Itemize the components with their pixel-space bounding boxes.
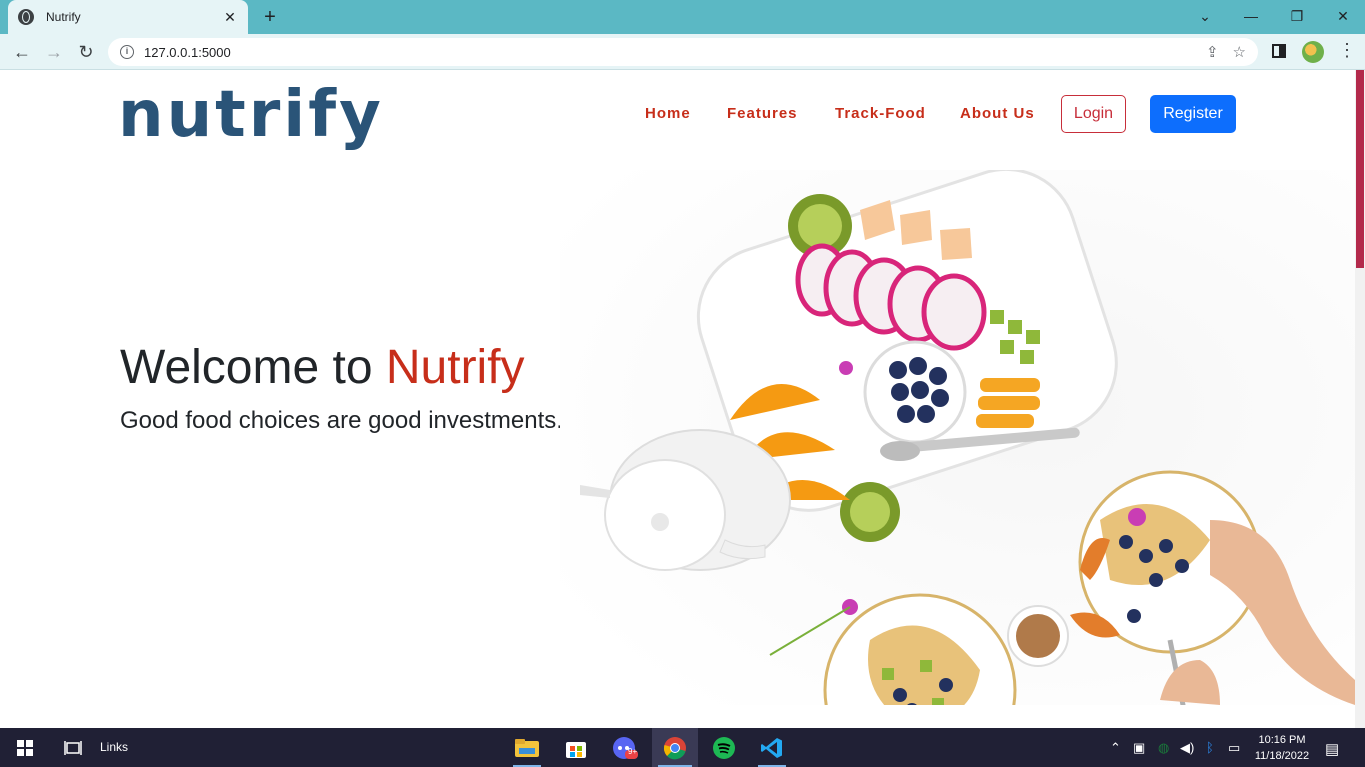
bookmark-star-icon[interactable]: ☆ xyxy=(1233,43,1246,61)
display-icon[interactable]: ▣ xyxy=(1133,740,1145,756)
browser-toolbar: ← → ↻ i 127.0.0.1:5000 ⇪ ☆ ⋮ xyxy=(0,34,1365,70)
close-window-button[interactable]: ✕ xyxy=(1328,4,1358,28)
browser-tab[interactable]: Nutrify ✕ xyxy=(8,0,248,34)
register-button[interactable]: Register xyxy=(1150,95,1236,133)
hero-brand-text: Nutrify xyxy=(385,341,525,394)
close-tab-icon[interactable]: ✕ xyxy=(222,9,238,26)
microsoft-store-icon[interactable] xyxy=(556,728,596,767)
clock-date: 11/18/2022 xyxy=(1254,750,1310,762)
tab-search-button[interactable]: ⌄ xyxy=(1190,4,1220,28)
taskbar: Links 9+ ⌃ ▣ ◍ ◀) ᛒ ▭ 10:16 PM 11/18/202… xyxy=(0,728,1365,767)
nav-about-us[interactable]: About Us xyxy=(960,105,1035,122)
profile-avatar[interactable] xyxy=(1302,41,1324,63)
hero-food-image xyxy=(560,170,1355,705)
web-page: nutrify Home Features Track-Food About U… xyxy=(0,70,1355,728)
new-tab-button[interactable]: + xyxy=(258,6,282,28)
forward-arrow-icon[interactable]: → xyxy=(42,40,66,64)
globe-icon xyxy=(18,9,34,25)
file-explorer-icon[interactable] xyxy=(507,728,547,767)
nav-home[interactable]: Home xyxy=(645,105,691,122)
network-icon[interactable]: ▭ xyxy=(1228,740,1240,756)
back-arrow-icon[interactable]: ← xyxy=(10,40,34,64)
spotify-icon[interactable] xyxy=(704,728,744,767)
reload-icon[interactable]: ↻ xyxy=(74,40,98,64)
clock-time: 10:16 PM xyxy=(1258,734,1306,746)
site-logo[interactable]: nutrify xyxy=(118,78,384,152)
nav-features[interactable]: Features xyxy=(727,105,798,122)
browser-tabbar: Nutrify ✕ + ⌄ — ❐ ✕ xyxy=(0,0,1365,34)
url-text[interactable]: 127.0.0.1:5000 xyxy=(144,45,1192,60)
tab-title: Nutrify xyxy=(46,10,81,24)
discord-badge: 9+ xyxy=(628,747,638,756)
page-scrollbar-thumb[interactable] xyxy=(1356,70,1364,268)
nav-track-food[interactable]: Track-Food xyxy=(835,105,926,122)
login-button[interactable]: Login xyxy=(1061,95,1126,133)
maximize-button[interactable]: ❐ xyxy=(1282,4,1312,28)
menu-kebab-icon[interactable]: ⋮ xyxy=(1338,40,1356,61)
hero-subtitle: Good food choices are good investments. xyxy=(120,407,563,434)
chrome-icon[interactable] xyxy=(652,728,698,767)
share-icon[interactable]: ⇪ xyxy=(1206,43,1219,61)
task-view-icon[interactable] xyxy=(58,728,88,767)
hero-welcome-text: Welcome to xyxy=(120,341,386,394)
taskbar-links-label[interactable]: Links xyxy=(100,740,128,754)
notifications-icon[interactable]: ▤ xyxy=(1325,740,1339,758)
minimize-button[interactable]: — xyxy=(1236,4,1266,28)
taskbar-clock[interactable]: 10:16 PM 11/18/2022 xyxy=(1250,732,1314,764)
status-icon[interactable]: ◍ xyxy=(1158,740,1169,756)
bluetooth-icon[interactable]: ᛒ xyxy=(1206,740,1214,755)
volume-icon[interactable]: ◀) xyxy=(1180,740,1194,756)
address-bar[interactable]: i 127.0.0.1:5000 ⇪ ☆ xyxy=(108,38,1258,66)
windows-start-icon[interactable] xyxy=(10,728,40,767)
hero-title: Welcome to Nutrify xyxy=(120,340,525,395)
side-panel-icon[interactable] xyxy=(1272,44,1286,58)
vscode-icon[interactable] xyxy=(752,728,792,767)
discord-icon[interactable]: 9+ xyxy=(605,728,645,767)
site-info-icon[interactable]: i xyxy=(120,45,134,59)
chevron-up-icon[interactable]: ⌃ xyxy=(1110,740,1121,756)
